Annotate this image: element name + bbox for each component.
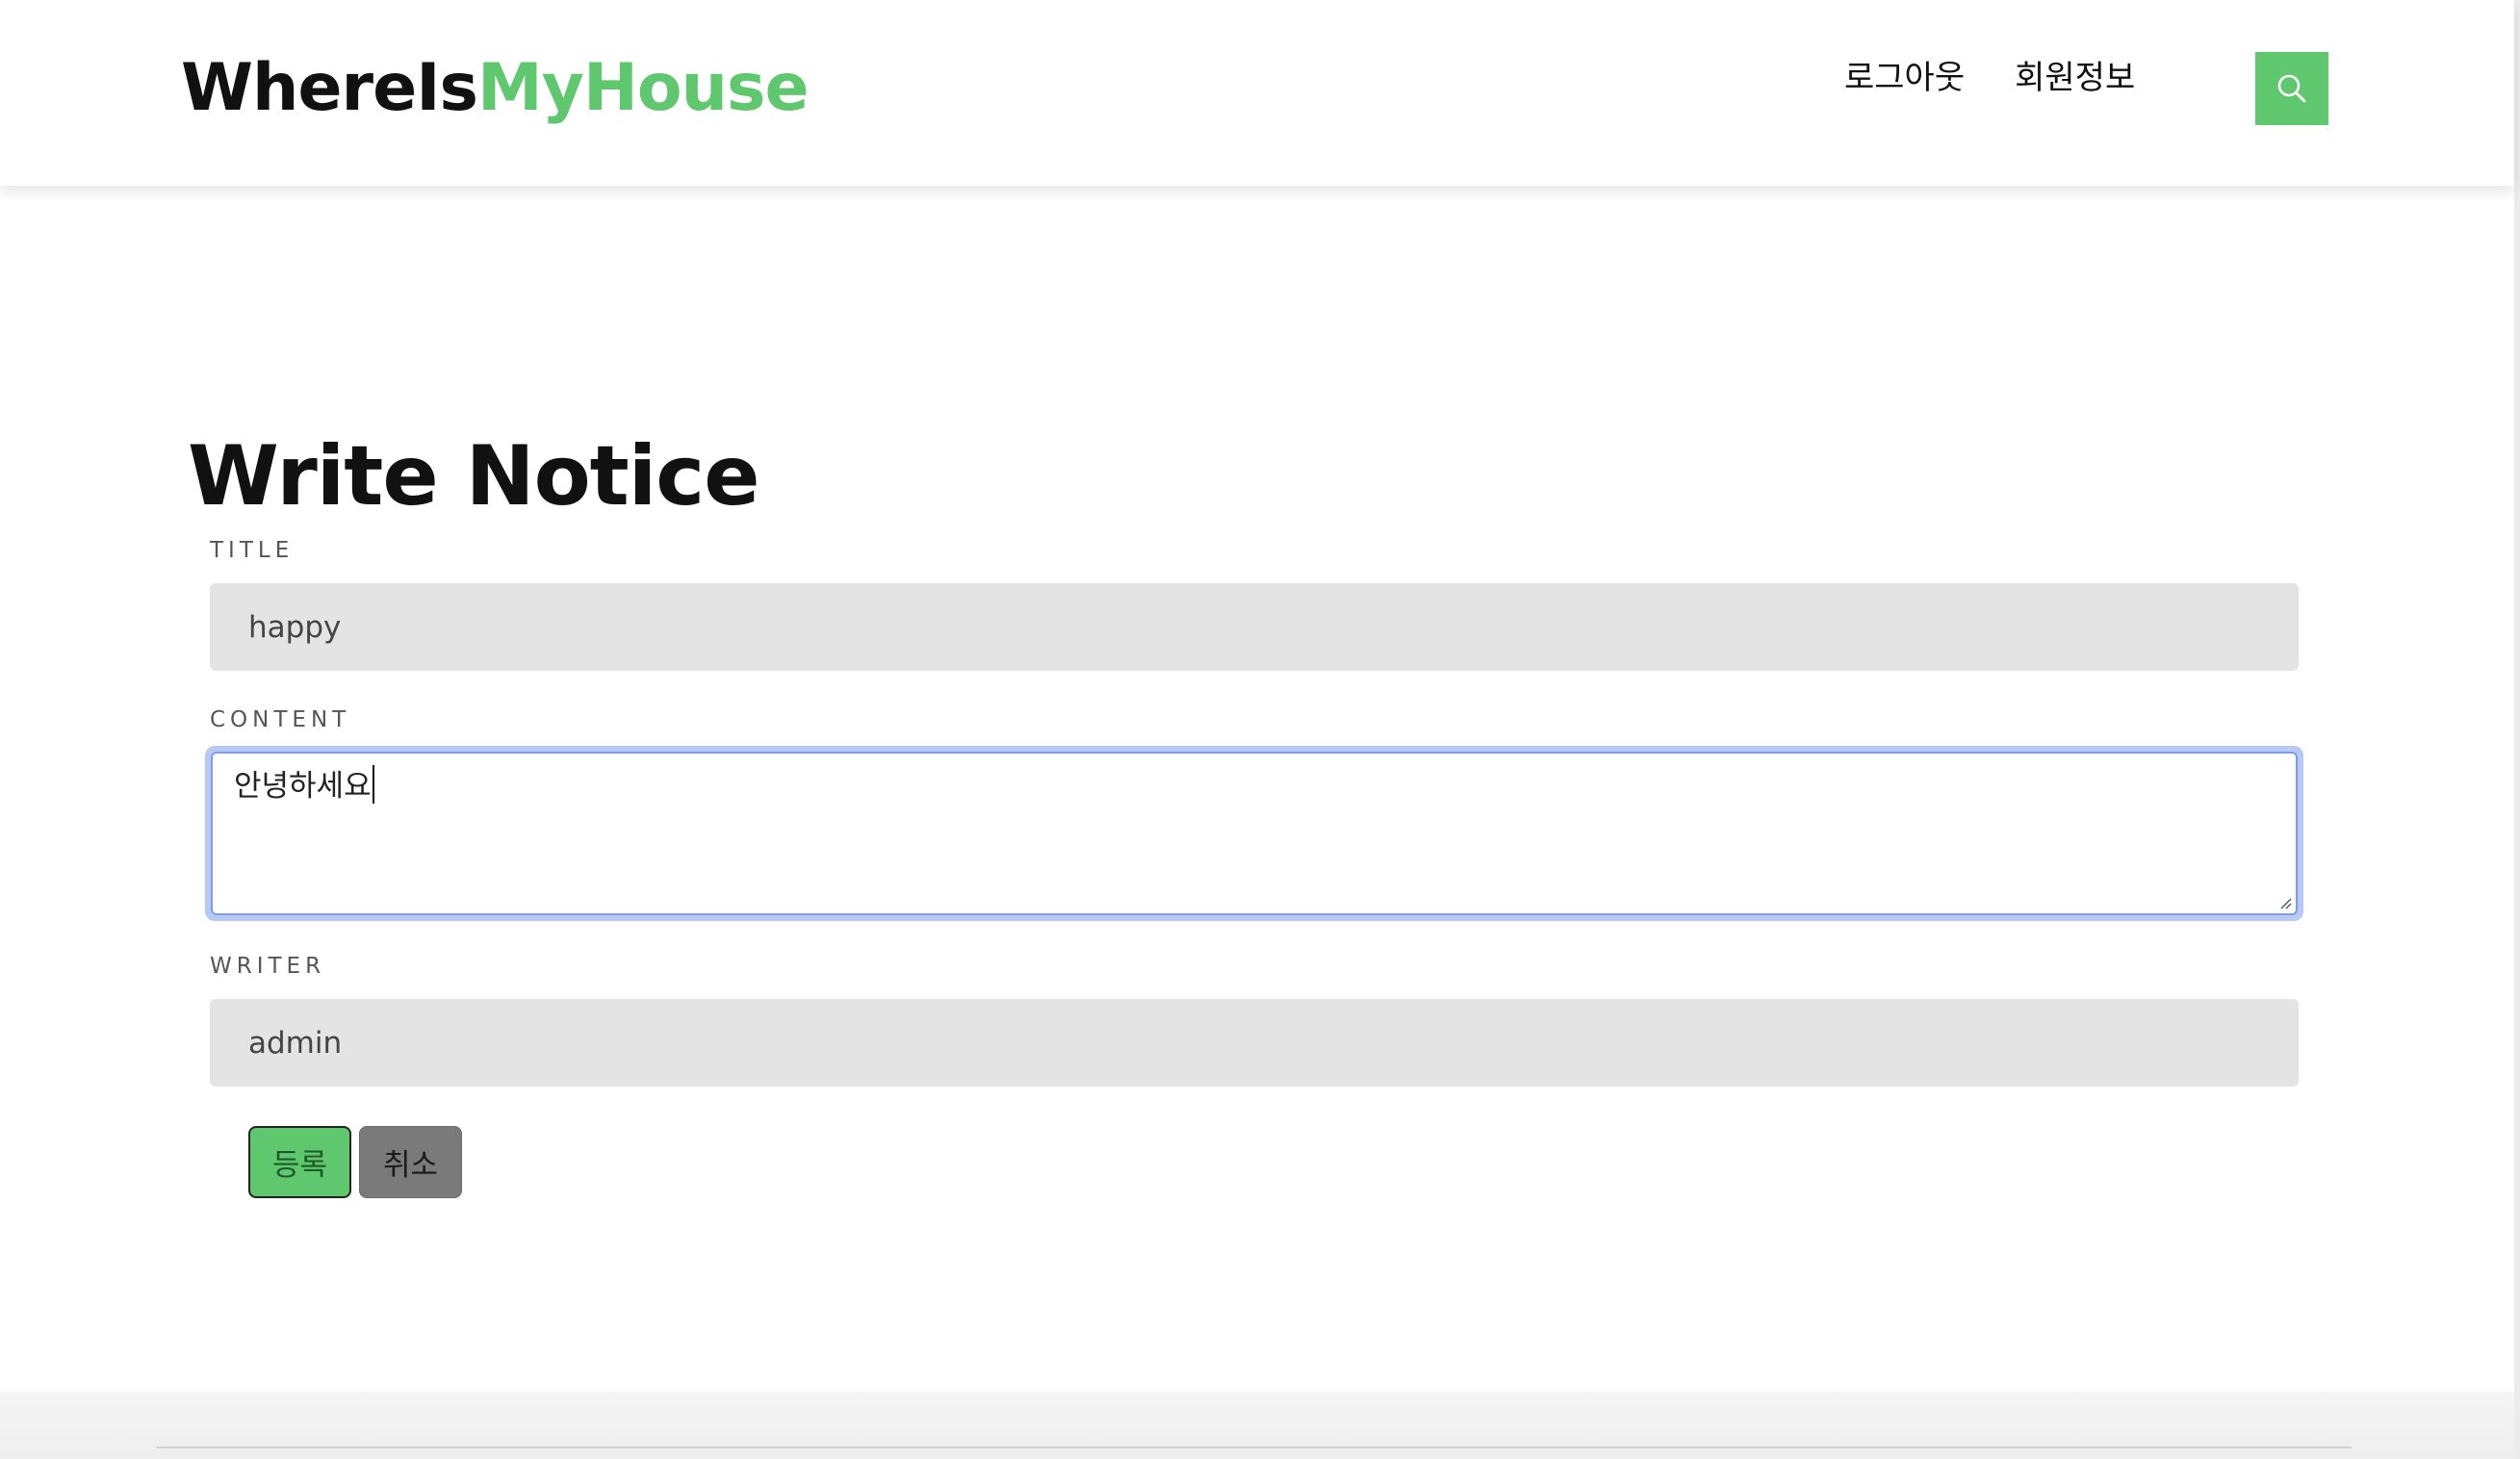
logo-text-accent: MyHouse — [476, 50, 810, 126]
title-label: TITLE — [210, 538, 295, 563]
writer-label: WRITER — [210, 954, 326, 979]
nav-member-info-link[interactable]: 회원정보 — [2015, 54, 2135, 102]
nav-logout-link[interactable]: 로그아웃 — [1844, 54, 1965, 102]
site-footer — [0, 1392, 2514, 1459]
page-title: Write Notice — [188, 428, 760, 525]
search-button[interactable] — [2255, 52, 2328, 125]
content-textarea[interactable]: 안녕하세요 — [211, 752, 2298, 915]
page-edge — [2514, 0, 2520, 1459]
search-icon — [2277, 74, 2306, 103]
title-input[interactable] — [210, 583, 2299, 671]
site-logo[interactable]: WhereIsMyHouse — [181, 50, 810, 127]
header-nav: 로그아웃 회원정보 — [1844, 54, 2135, 102]
text-caret — [372, 765, 374, 804]
site-header: WhereIsMyHouse 로그아웃 회원정보 — [0, 0, 2514, 186]
submit-button[interactable]: 등록 — [248, 1126, 351, 1198]
writer-input[interactable] — [210, 999, 2299, 1087]
page: WhereIsMyHouse 로그아웃 회원정보 Write Notice TI… — [0, 0, 2520, 1459]
content-label: CONTENT — [210, 707, 351, 732]
content-text: 안녕하세요 — [234, 769, 372, 804]
content-focus-ring: 안녕하세요 — [205, 746, 2303, 921]
cancel-button[interactable]: 취소 — [359, 1126, 462, 1198]
logo-text-primary: WhereIs — [181, 50, 478, 126]
resize-handle-icon[interactable] — [2278, 896, 2292, 909]
footer-divider — [157, 1446, 2352, 1448]
